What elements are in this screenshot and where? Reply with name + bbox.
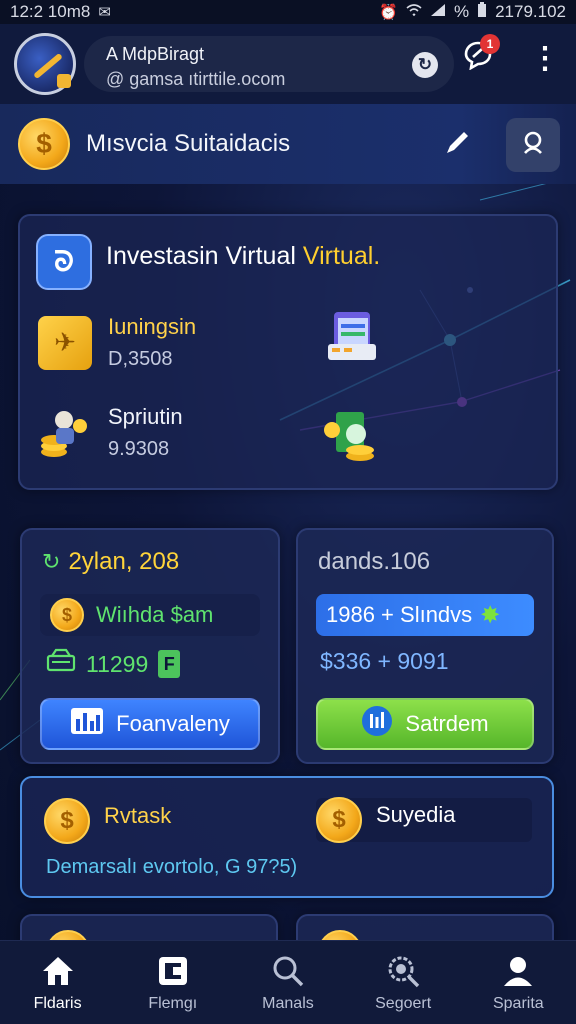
url-text: @ gamsa ıtirttile.ocom xyxy=(106,69,286,89)
star-badge-icon: ✸ xyxy=(480,601,501,629)
gear-search-icon xyxy=(385,953,421,989)
coin-stack-icon xyxy=(38,406,92,460)
page-title: A MdpBiragt xyxy=(106,44,205,64)
invest-row-2[interactable]: Spriutin 9.9308 xyxy=(38,404,183,461)
right-stat-heading: dands.106 xyxy=(318,548,431,575)
battery-percent: % xyxy=(453,2,470,21)
nav-profile-label: Sparita xyxy=(492,994,544,1012)
right-stat-pill-label: 1986 + Slındvs xyxy=(326,602,473,627)
investment-title-accent: Virtual. xyxy=(302,242,381,270)
coin-icon: $ xyxy=(316,797,362,843)
refresh-cycle-icon: ↻ xyxy=(42,549,61,574)
cash-money-icon xyxy=(322,406,382,466)
address-bar[interactable]: A MdpBiragt @ gamsa ıtirttile.ocom ↻ xyxy=(84,36,454,92)
nav-profile[interactable]: Sparita xyxy=(463,953,573,1013)
search-icon xyxy=(270,953,306,989)
rewards-card[interactable]: $ Rvtask $ Suyedia Demarsalı evortolo, G… xyxy=(20,776,554,898)
nav-segment[interactable]: Segoert xyxy=(348,953,458,1013)
invest-row-1-value: D,3508 xyxy=(108,348,173,370)
chat-button[interactable]: 1 xyxy=(458,34,500,78)
nav-wallet[interactable]: Flemgı xyxy=(118,953,228,1013)
invest-row-2-label: Spriutin xyxy=(108,404,183,429)
coin-icon: $ xyxy=(50,598,84,632)
search-icon xyxy=(519,129,547,162)
left-stat-pill-label: Wiıhda $am xyxy=(96,602,214,627)
investment-title: Investasin Virtual Virtual. xyxy=(106,242,380,271)
more-menu-icon[interactable]: ⋮ xyxy=(530,44,560,74)
left-stat-pill[interactable]: $ Wiıhda $am xyxy=(40,594,260,636)
rewards-right-label: Suyedia xyxy=(376,802,456,827)
rewards-footer-text: Demarsalı evortolo, G 97?5) xyxy=(46,856,298,878)
edit-pencil-icon[interactable] xyxy=(442,128,472,165)
status-bar: 12:2 10m8 ✉ ⏰ % 2179.102 xyxy=(0,0,576,24)
notification-badge: 1 xyxy=(480,34,500,54)
mail-icon: ✉ xyxy=(98,4,111,21)
nav-home[interactable]: Fldaris xyxy=(3,953,113,1013)
status-time: 12:2 10m8 xyxy=(10,2,91,21)
bottom-navigation: Fldaris Flemgı Manals Segoert Sparita xyxy=(0,940,576,1024)
investment-card[interactable]: ᘐ Investasin Virtual Virtual. ✈ Iuningsi… xyxy=(18,214,558,490)
right-stat-card[interactable]: dands.106 1986 + Slındvs ✸ $336 + 9091 S… xyxy=(296,528,554,764)
home-icon xyxy=(40,953,76,989)
gold-ticket-icon: ✈ xyxy=(38,315,92,370)
wifi-icon xyxy=(406,3,422,21)
invest-row-1[interactable]: ✈ Iuningsin D,3508 xyxy=(38,314,196,371)
right-stat-pill[interactable]: 1986 + Slındvs ✸ xyxy=(316,594,534,636)
left-stat-value-row: 11299 F xyxy=(46,648,181,680)
left-stat-heading-text: 2ylan, 208 xyxy=(68,548,180,575)
nav-wallet-label: Flemgı xyxy=(148,994,198,1012)
rewards-left-label: Rvtask xyxy=(104,803,172,828)
invest-row-1-label: Iuningsin xyxy=(108,314,197,339)
left-stat-action-button[interactable]: Foanvaleny xyxy=(40,698,260,750)
coin-logo-icon: $ xyxy=(18,118,70,170)
investment-title-main: Investasin Virtual xyxy=(106,242,296,270)
investment-logo-icon: ᘐ xyxy=(36,234,92,290)
rewards-left-item[interactable]: $ Rvtask xyxy=(44,798,171,844)
left-stat-heading: ↻ 2ylan, 208 xyxy=(42,548,179,576)
nav-search-label: Manals xyxy=(262,994,314,1012)
profile-icon xyxy=(500,953,536,989)
browser-toolbar: A MdpBiragt @ gamsa ıtirttile.ocom ↻ 1 ⋮ xyxy=(0,24,576,104)
alarm-icon: ⏰ xyxy=(379,4,398,21)
header-search-button[interactable] xyxy=(506,118,560,172)
invest-row-2-value: 9.9308 xyxy=(108,438,170,460)
rewards-right-item[interactable]: $ Suyedia xyxy=(316,797,532,843)
reload-icon[interactable]: ↻ xyxy=(412,52,438,78)
site-compass-logo-icon[interactable] xyxy=(14,33,76,95)
signal-icon xyxy=(430,3,446,21)
right-stat-action-button[interactable]: Satrdem xyxy=(316,698,534,750)
report-document-icon xyxy=(324,308,384,368)
nav-search[interactable]: Manals xyxy=(233,953,343,1013)
cash-register-icon xyxy=(46,648,76,680)
green-tag-icon: F xyxy=(158,650,181,678)
left-stat-card[interactable]: ↻ 2ylan, 208 $ Wiıhda $am 11299 F Foanva… xyxy=(20,528,280,764)
left-stat-value: 11299 xyxy=(86,650,149,677)
header-title: Mısvcia Suitaidacis xyxy=(86,130,291,157)
nav-segment-label: Segoert xyxy=(375,994,432,1012)
battery-icon xyxy=(477,2,487,22)
wallet-icon xyxy=(155,953,191,989)
status-right-text: 2179.102 xyxy=(495,2,566,21)
right-stat-value: $336 + 9091 xyxy=(320,648,449,674)
right-stat-button-label: Satrdem xyxy=(405,711,489,736)
coin-icon: $ xyxy=(44,798,90,844)
stats-circle-icon xyxy=(361,705,393,743)
nav-home-label: Fldaris xyxy=(33,994,82,1012)
left-stat-button-label: Foanvaleny xyxy=(116,711,230,736)
bar-chart-icon xyxy=(70,707,104,741)
app-header: $ Mısvcia Suitaidacis xyxy=(0,104,576,184)
